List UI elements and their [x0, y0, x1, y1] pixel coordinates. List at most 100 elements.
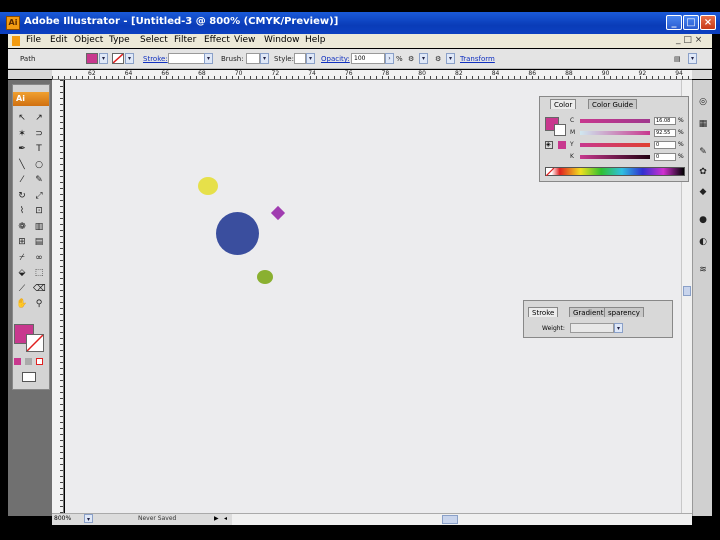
channel-c-slider[interactable]	[580, 119, 650, 123]
menu-view[interactable]: View	[234, 35, 255, 45]
minimize-button[interactable]: _	[666, 15, 682, 30]
menu-effect[interactable]: Effect	[204, 35, 230, 45]
green-dot[interactable]	[257, 270, 273, 284]
tab-stroke[interactable]: Stroke	[528, 307, 559, 317]
menu-select[interactable]: Select	[140, 35, 168, 45]
stroke-weight-input[interactable]	[570, 323, 614, 333]
align-dropdown-icon[interactable]: ▾	[446, 53, 455, 64]
slice-tool-icon[interactable]: ⟋	[16, 283, 28, 295]
symbols-panel-icon[interactable]: ✿	[696, 166, 710, 178]
mesh-tool-icon[interactable]: ⊞	[16, 236, 28, 248]
channel-k-slider[interactable]	[580, 155, 650, 159]
hand-tool-icon[interactable]: ✋	[16, 298, 28, 310]
scroll-left-icon[interactable]: ◂	[224, 515, 227, 522]
channel-y-slider[interactable]	[580, 143, 650, 147]
menu-filter[interactable]: Filter	[174, 35, 196, 45]
status-menu-arrow-icon[interactable]: ▶	[214, 515, 219, 522]
eraser-tool-icon[interactable]: ⌫	[33, 283, 46, 295]
menu-object[interactable]: Object	[74, 35, 103, 45]
gradient-tool-icon[interactable]: ▤	[33, 236, 45, 248]
document-window-controls[interactable]: _ □ ×	[676, 35, 702, 45]
blend-tool-icon[interactable]: ∞	[33, 252, 45, 264]
brush-field[interactable]	[246, 53, 260, 64]
swatches-panel-icon[interactable]: ▦	[696, 118, 710, 130]
selection-tool-icon[interactable]: ↖	[16, 112, 28, 124]
appearance-panel-icon[interactable]: ●	[696, 214, 710, 226]
stroke-weight-field[interactable]	[168, 53, 206, 64]
symbol-sprayer-tool-icon[interactable]: ❁	[16, 221, 28, 233]
none-mode-icon[interactable]	[36, 358, 43, 365]
lasso-tool-icon[interactable]: ⊃	[33, 128, 45, 140]
vertical-scroll-thumb[interactable]	[683, 286, 691, 296]
tab-color[interactable]: Color	[550, 99, 577, 109]
tab-color-guide[interactable]: Color Guide	[588, 99, 638, 109]
channel-c-value[interactable]: 16.08	[654, 117, 676, 125]
workspace-icon[interactable]: ▤	[674, 55, 681, 63]
fill-dropdown-icon[interactable]: ▾	[99, 53, 108, 64]
purple-diamond[interactable]	[270, 205, 286, 221]
illustrator-app-icon[interactable]: Ai	[6, 16, 20, 30]
stroke-weight-dropdown-icon[interactable]: ▾	[204, 53, 213, 64]
blue-circle[interactable]	[216, 212, 259, 255]
transparency-panel-icon[interactable]: ◐	[696, 236, 710, 248]
brushes-panel-icon[interactable]: ✎	[696, 146, 710, 158]
pen-tool-icon[interactable]: ✒	[16, 143, 28, 155]
recolor-icon[interactable]: ⚙	[408, 55, 414, 63]
type-tool-icon[interactable]: T	[33, 143, 45, 155]
stroke-dropdown-icon[interactable]: ▾	[125, 53, 134, 64]
color-mode-icon[interactable]	[14, 358, 21, 365]
zoom-level[interactable]: 800%	[54, 515, 71, 522]
toolbox-stroke-swatch[interactable]	[26, 334, 44, 352]
menu-window[interactable]: Window	[264, 35, 300, 45]
color-spectrum-bar[interactable]	[545, 167, 685, 176]
horizontal-scroll-thumb[interactable]	[442, 515, 458, 524]
direct-selection-tool-icon[interactable]: ↗	[33, 112, 45, 124]
screen-mode-icon[interactable]	[22, 372, 36, 382]
live-paint-selection-tool-icon[interactable]: ⬚	[33, 267, 45, 279]
recolor-dropdown-icon[interactable]: ▾	[419, 53, 428, 64]
maximize-button[interactable]: □	[683, 15, 699, 30]
document-icon[interactable]	[12, 36, 20, 46]
graphic-styles-icon[interactable]: ◆	[696, 186, 710, 198]
zoom-dropdown-icon[interactable]: ▾	[84, 514, 93, 523]
column-graph-tool-icon[interactable]: ▥	[33, 221, 45, 233]
live-paint-bucket-tool-icon[interactable]: ⬙	[16, 267, 28, 279]
gradient-mode-icon[interactable]	[25, 358, 32, 365]
opacity-link[interactable]: Opacity:	[321, 55, 350, 63]
style-field[interactable]	[294, 53, 306, 64]
color-panel-stroke-swatch[interactable]	[554, 124, 566, 136]
channel-m-value[interactable]: 92.55	[654, 129, 676, 137]
stroke-swatch[interactable]	[112, 53, 124, 64]
channel-m-slider[interactable]	[580, 131, 650, 135]
fill-swatch[interactable]	[86, 53, 98, 64]
web-color-icon[interactable]	[558, 141, 566, 149]
align-icon[interactable]: ⚙	[435, 55, 441, 63]
transform-link[interactable]: Transform	[460, 55, 495, 63]
zoom-tool-icon[interactable]: ⚲	[33, 298, 45, 310]
close-button[interactable]: ×	[700, 15, 716, 30]
menu-type[interactable]: Type	[109, 35, 130, 45]
warp-tool-icon[interactable]: ⌇	[16, 205, 28, 217]
ellipse-tool-icon[interactable]: ○	[33, 159, 45, 171]
yellow-dot[interactable]	[198, 177, 218, 195]
paintbrush-tool-icon[interactable]: ⁄	[16, 174, 28, 186]
magic-wand-tool-icon[interactable]: ✶	[16, 128, 28, 140]
channel-y-value[interactable]: 0	[654, 141, 676, 149]
style-dropdown-icon[interactable]: ▾	[306, 53, 315, 64]
tab-transparency[interactable]: sparency	[604, 307, 644, 317]
opacity-arrow-icon[interactable]: ›	[385, 53, 394, 64]
stroke-weight-panel-dropdown-icon[interactable]: ▾	[614, 323, 623, 333]
scale-tool-icon[interactable]: ⤢	[33, 190, 45, 202]
line-tool-icon[interactable]: ╲	[16, 159, 28, 171]
save-status[interactable]: Never Saved	[138, 515, 176, 522]
color-panel-icon[interactable]: ◎	[696, 96, 710, 108]
stroke-link[interactable]: Stroke:	[143, 55, 168, 63]
brush-dropdown-icon[interactable]: ▾	[260, 53, 269, 64]
workspace-dropdown-icon[interactable]: ▾	[688, 53, 697, 64]
layers-panel-icon[interactable]: ≋	[696, 264, 710, 276]
eyedropper-tool-icon[interactable]: ⌿	[16, 252, 28, 264]
menu-help[interactable]: Help	[305, 35, 326, 45]
pencil-tool-icon[interactable]: ✎	[33, 174, 45, 186]
menu-edit[interactable]: Edit	[50, 35, 67, 45]
channel-k-value[interactable]: 0	[654, 153, 676, 161]
